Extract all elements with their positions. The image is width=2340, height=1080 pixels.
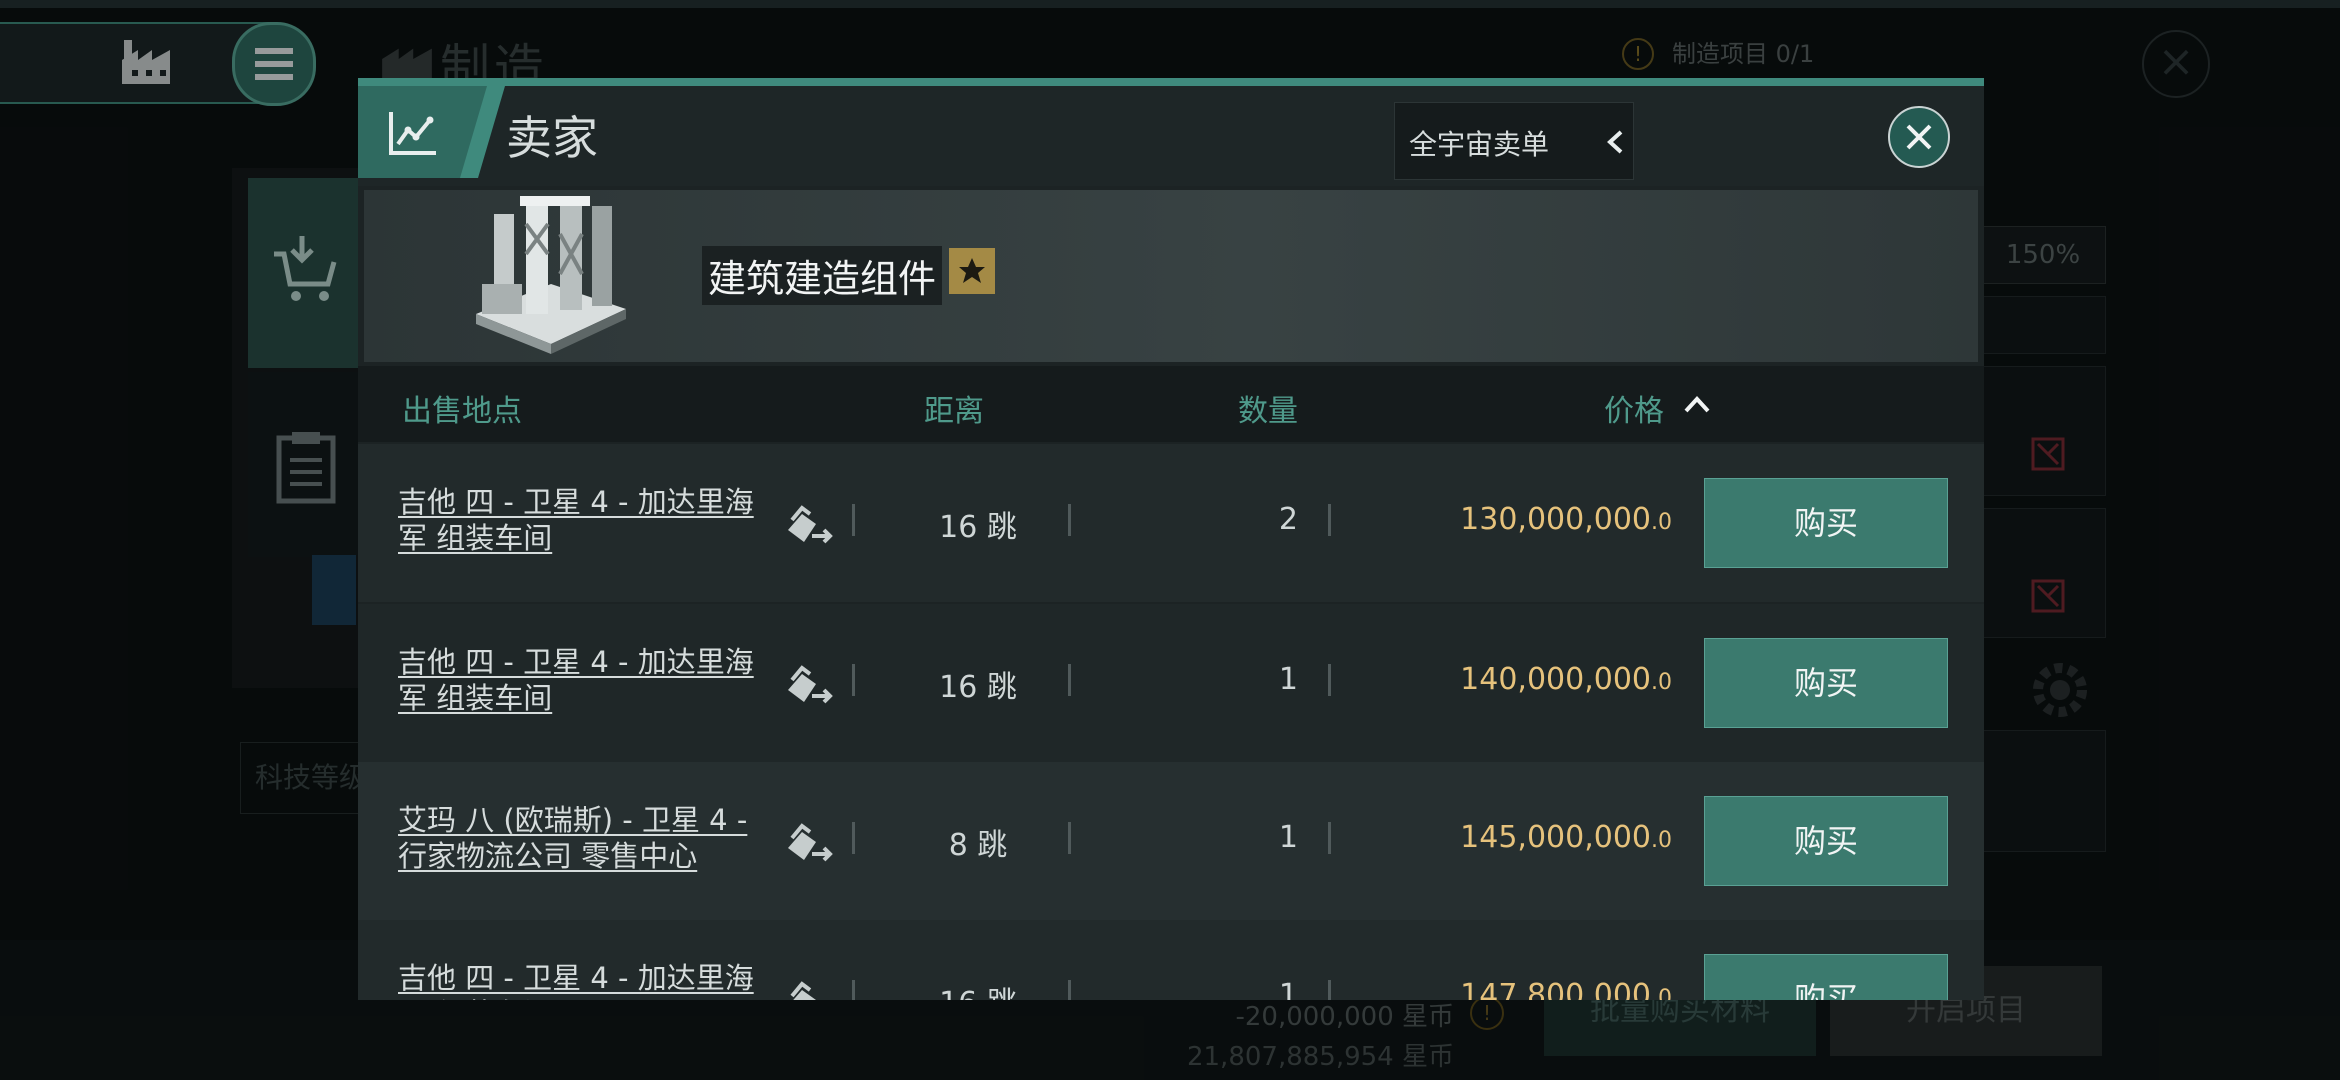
distance: 8 跳 bbox=[948, 828, 1008, 863]
chevron-left-icon bbox=[1607, 130, 1623, 154]
buy-button[interactable]: 购买 bbox=[1704, 638, 1948, 728]
column-distance[interactable]: 距离 bbox=[924, 386, 984, 430]
sell-location[interactable]: 吉他 四 - 卫星 4 - 加达里海军 组装车间 bbox=[398, 960, 778, 1000]
sell-location[interactable]: 艾玛 八 (欧瑞斯) - 卫星 4 - 行家物流公司 零售中心 bbox=[398, 802, 778, 874]
column-location[interactable]: 出售地点 bbox=[402, 386, 522, 430]
route-icon[interactable] bbox=[782, 660, 834, 708]
column-separator bbox=[1068, 504, 1071, 536]
sell-location[interactable]: 吉他 四 - 卫星 4 - 加达里海军 组装车间 bbox=[398, 484, 778, 556]
item-name: 建筑建造组件 bbox=[702, 246, 943, 305]
route-icon[interactable] bbox=[782, 500, 834, 548]
quantity: 1 bbox=[1278, 978, 1298, 1000]
column-separator bbox=[1068, 664, 1071, 696]
distance: 16 跳 bbox=[939, 510, 1017, 545]
column-separator bbox=[852, 504, 855, 536]
distance: 16 跳 bbox=[939, 670, 1017, 705]
column-separator bbox=[1068, 980, 1071, 1000]
modal-title: 卖家 bbox=[506, 111, 598, 165]
table-row: 吉他 四 - 卫星 4 - 加达里海军 组装车间 16 跳 1 147,800,… bbox=[358, 920, 1984, 1000]
modal-header: 卖家 全宇宙卖单 bbox=[358, 86, 1984, 186]
price-main: 145,000,000 bbox=[1460, 820, 1651, 855]
market-scope-dropdown[interactable]: 全宇宙卖单 bbox=[1394, 102, 1634, 180]
route-icon[interactable] bbox=[782, 818, 834, 866]
dropdown-selected-value: 全宇宙卖单 bbox=[1409, 128, 1550, 161]
table-row: 艾玛 八 (欧瑞斯) - 卫星 4 - 行家物流公司 零售中心 8 跳 1 14… bbox=[358, 762, 1984, 920]
column-separator bbox=[852, 980, 855, 1000]
column-price[interactable]: 价格 bbox=[1604, 386, 1664, 430]
price: 130,000,000.0 bbox=[1388, 502, 1672, 537]
price-fraction: .0 bbox=[1651, 510, 1672, 535]
chart-icon bbox=[389, 112, 436, 155]
buy-button[interactable]: 购买 bbox=[1704, 954, 1948, 1000]
sellers-modal: 卖家 全宇宙卖单 建筑建造组件 出售地点 距离 数量 价格 吉他 四 - 卫星 … bbox=[358, 78, 1984, 1000]
price-main: 147,800,000 bbox=[1460, 978, 1651, 1000]
price-fraction: .0 bbox=[1651, 828, 1672, 853]
item-banner: 建筑建造组件 bbox=[364, 190, 1978, 362]
price-main: 140,000,000 bbox=[1460, 662, 1651, 697]
price-fraction: .0 bbox=[1651, 670, 1672, 695]
column-separator bbox=[1328, 980, 1331, 1000]
table-row: 吉他 四 - 卫星 4 - 加达里海军 组装车间 16 跳 1 140,000,… bbox=[358, 604, 1984, 762]
buy-button[interactable]: 购买 bbox=[1704, 478, 1948, 568]
star-icon bbox=[959, 258, 985, 283]
column-separator bbox=[852, 822, 855, 854]
price: 140,000,000.0 bbox=[1388, 662, 1672, 697]
table-header: 出售地点 距离 数量 价格 bbox=[358, 366, 1984, 442]
price: 147,800,000.0 bbox=[1388, 978, 1672, 1000]
route-icon[interactable] bbox=[782, 976, 834, 1000]
close-button[interactable] bbox=[1888, 106, 1950, 168]
buy-button[interactable]: 购买 bbox=[1704, 796, 1948, 886]
quantity: 1 bbox=[1278, 662, 1298, 697]
sell-location[interactable]: 吉他 四 - 卫星 4 - 加达里海军 组装车间 bbox=[398, 644, 778, 716]
quantity: 1 bbox=[1278, 820, 1298, 855]
price-main: 130,000,000 bbox=[1460, 502, 1651, 537]
sort-up-icon[interactable] bbox=[1683, 394, 1711, 414]
item-image bbox=[476, 196, 626, 354]
column-separator bbox=[852, 664, 855, 696]
item-info-badge[interactable] bbox=[949, 248, 995, 294]
column-separator bbox=[1328, 822, 1331, 854]
column-quantity[interactable]: 数量 bbox=[1238, 386, 1298, 430]
quantity: 2 bbox=[1278, 502, 1298, 537]
column-separator bbox=[1328, 664, 1331, 696]
price-fraction: .0 bbox=[1651, 986, 1672, 1000]
table-row: 吉他 四 - 卫星 4 - 加达里海军 组装车间 16 跳 2 130,000,… bbox=[358, 444, 1984, 602]
column-separator bbox=[1068, 822, 1071, 854]
column-separator bbox=[1328, 504, 1331, 536]
price: 145,000,000.0 bbox=[1388, 820, 1672, 855]
distance: 16 跳 bbox=[878, 978, 1078, 1000]
close-icon bbox=[1906, 124, 1932, 150]
